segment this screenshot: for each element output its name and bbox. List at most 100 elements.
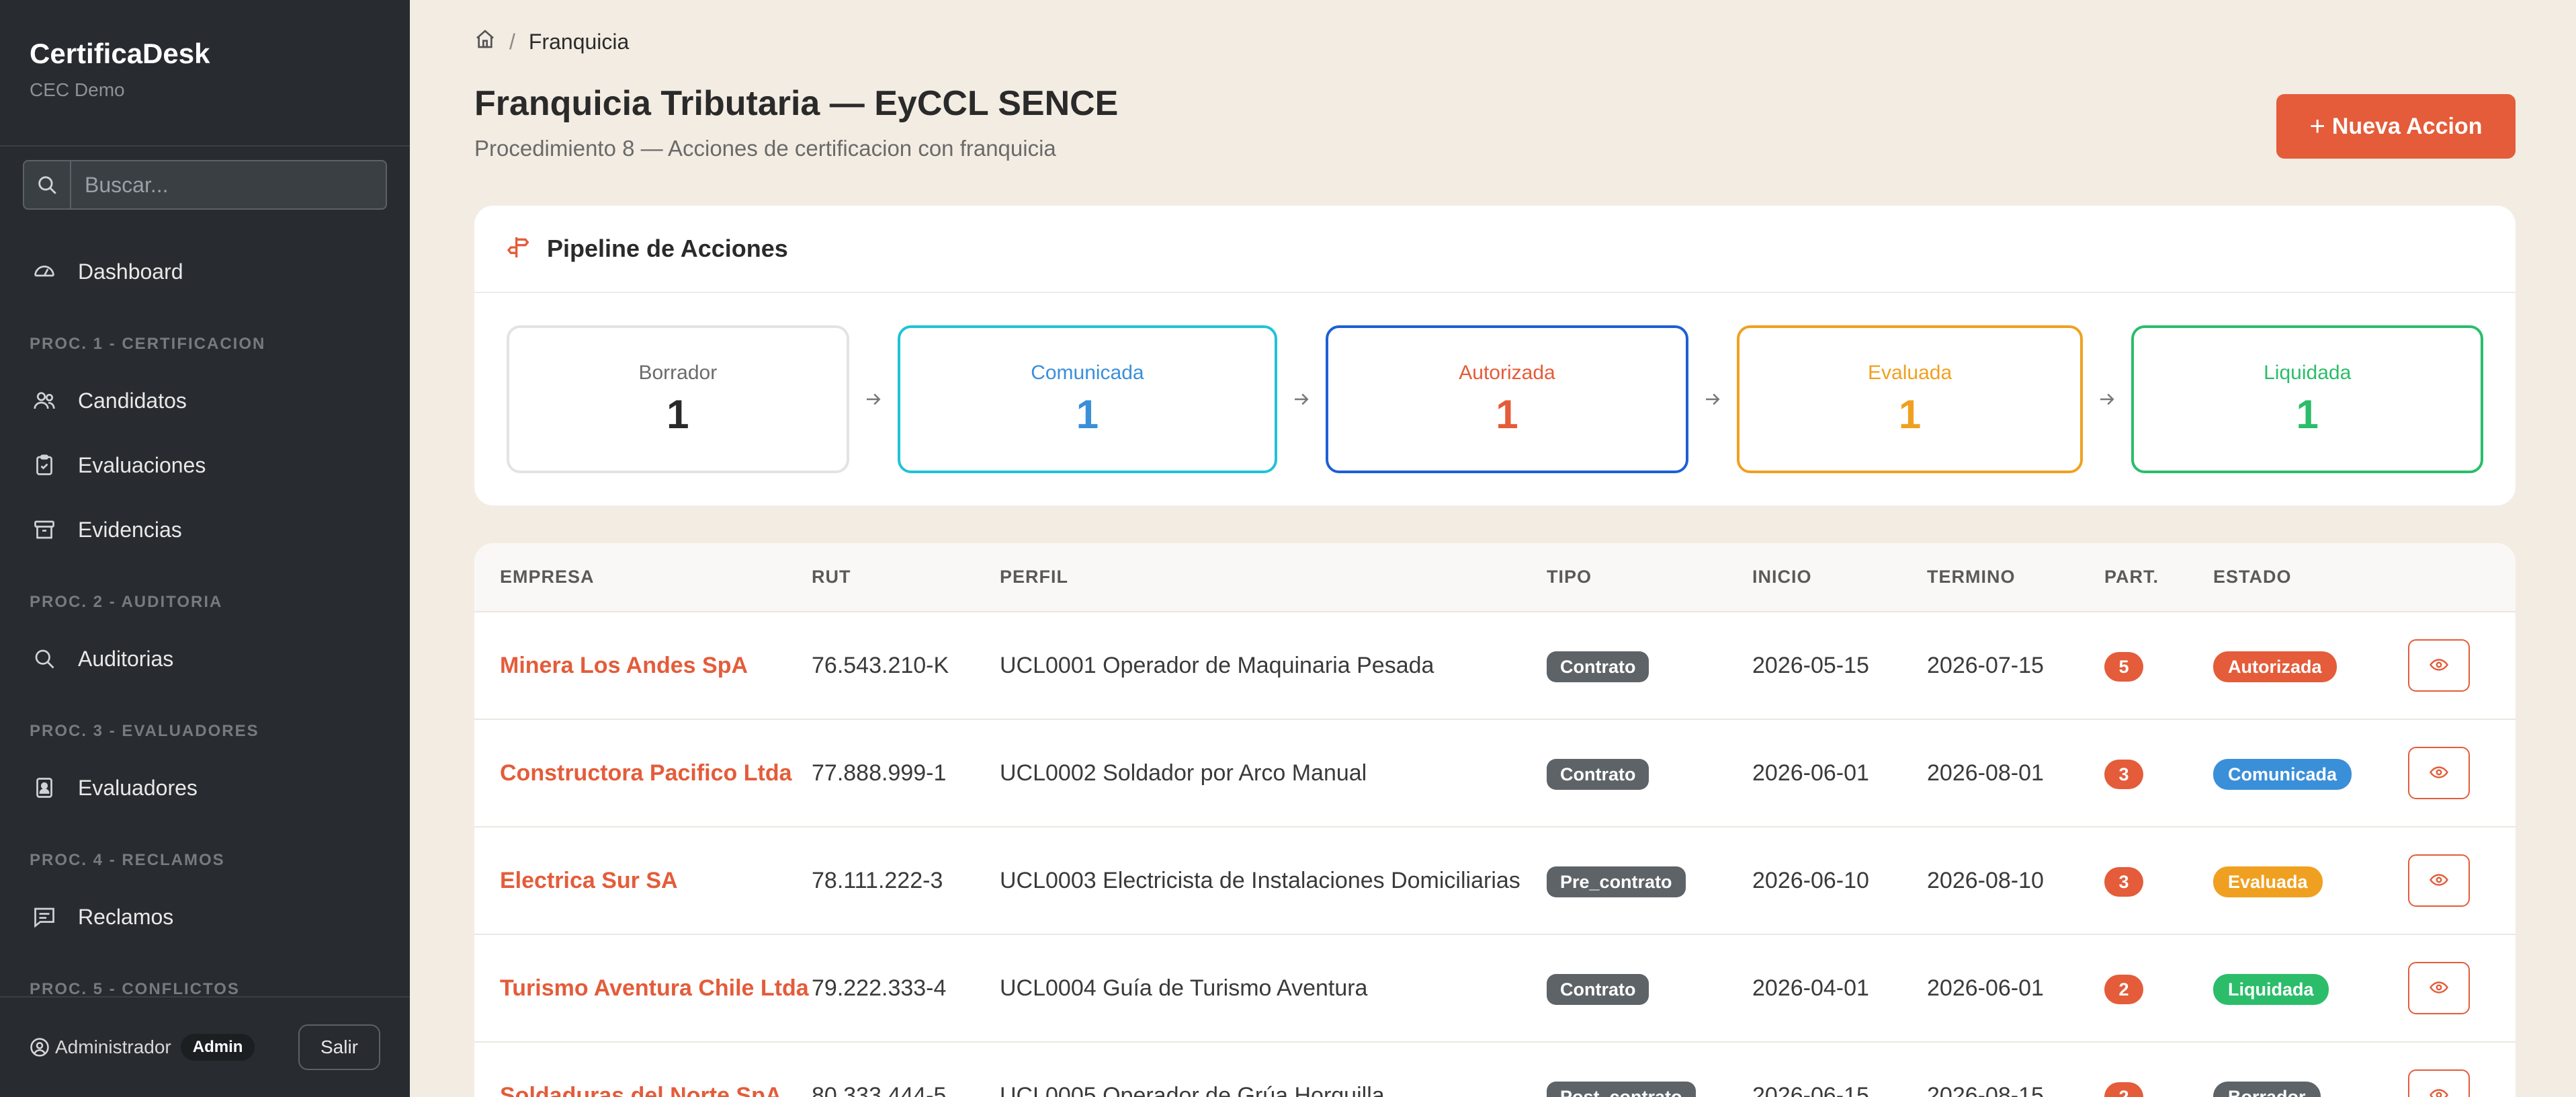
status-badge: Evaluada [2213, 866, 2323, 897]
status-badge: Comunicada [2213, 759, 2352, 790]
column-header-actions [2408, 543, 2516, 612]
stage-count: 1 [2296, 391, 2319, 437]
page-subtitle: Procedimiento 8 — Acciones de certificac… [474, 136, 1056, 161]
stage-label: Evaluada [1868, 361, 1952, 384]
table-row[interactable]: Electrica Sur SA 78.111.222-3 UCL0003 Elec… [474, 827, 2516, 935]
main-content: / Franquicia Franquicia Tributaria — EyC… [410, 0, 2576, 1097]
rut-cell: 79.222.333-4 [812, 975, 947, 1001]
stage-borrador[interactable]: Borrador 1 [507, 325, 849, 473]
sidebar-item-reclamos[interactable]: Reclamos [0, 885, 410, 949]
view-button[interactable] [2408, 639, 2470, 692]
user-name: Administrador [55, 1037, 171, 1057]
view-button[interactable] [2408, 854, 2470, 907]
sidebar-item-auditorias[interactable]: Auditorias [0, 626, 410, 691]
logout-button[interactable]: Salir [298, 1024, 380, 1070]
acciones-table: EMPRESA RUT PERFIL TIPO INICIO TERMINO P… [474, 543, 2516, 1097]
stage-count: 1 [667, 391, 689, 437]
view-button[interactable] [2408, 1069, 2470, 1097]
user-circle-icon [30, 1037, 50, 1057]
perfil-cell: UCL0002 Soldador por Arco Manual [1000, 760, 1367, 786]
eye-icon [2429, 1085, 2449, 1097]
home-icon[interactable] [474, 28, 496, 55]
empresa-link[interactable]: Turismo Aventura Chile Ltda [500, 975, 809, 1001]
termino-cell: 2026-07-15 [1927, 653, 2044, 678]
column-header[interactable]: PERFIL [1000, 543, 1547, 612]
tipo-badge: Contrato [1547, 759, 1649, 790]
sidebar-item-label: Evaluadores [78, 775, 198, 800]
breadcrumb-separator: / [509, 29, 515, 54]
participants-badge: 3 [2104, 760, 2143, 789]
termino-cell: 2026-08-10 [1927, 868, 2044, 893]
empresa-link[interactable]: Minera Los Andes SpA [500, 653, 748, 678]
stage-comunicada[interactable]: Comunicada 1 [897, 325, 1278, 473]
inicio-cell: 2026-06-10 [1752, 868, 1869, 893]
search-input[interactable] [71, 161, 386, 208]
sidebar-item-evidencias[interactable]: Evidencias [0, 497, 410, 562]
pipeline-header: Pipeline de Acciones [474, 206, 2516, 293]
sidebar-footer: Administrador Admin Salir [0, 996, 410, 1097]
plus-icon: + [2309, 111, 2325, 141]
inicio-cell: 2026-05-15 [1752, 653, 1869, 678]
sidebar-item-candidatos[interactable]: Candidatos [0, 368, 410, 433]
stage-count: 1 [1496, 391, 1518, 437]
column-header[interactable]: PART. [2104, 543, 2213, 612]
sidebar-item-evaluaciones[interactable]: Evaluaciones [0, 433, 410, 497]
app-subtitle: CEC Demo [30, 79, 125, 100]
inicio-cell: 2026-04-01 [1752, 975, 1869, 1001]
new-action-button[interactable]: + Nueva Accion [2276, 94, 2516, 159]
acciones-table-card: EMPRESA RUT PERFIL TIPO INICIO TERMINO P… [474, 543, 2516, 1097]
column-header[interactable]: INICIO [1752, 543, 1927, 612]
rut-cell: 76.543.210-K [812, 653, 949, 678]
empresa-link[interactable]: Electrica Sur SA [500, 868, 678, 893]
breadcrumb: / Franquicia [474, 28, 629, 55]
empresa-link[interactable]: Soldaduras del Norte SpA [500, 1083, 781, 1097]
search-box[interactable] [23, 160, 387, 210]
gauge-icon [32, 258, 59, 285]
table-row[interactable]: Constructora Pacifico Ltda 77.888.999-1 UC… [474, 719, 2516, 827]
eye-icon [2429, 870, 2449, 892]
table-row[interactable]: Turismo Aventura Chile Ltda 79.222.333-4 U… [474, 934, 2516, 1043]
stage-label: Liquidada [2264, 361, 2352, 384]
empresa-link[interactable]: Constructora Pacifico Ltda [500, 760, 792, 786]
column-header[interactable]: RUT [812, 543, 1000, 612]
sidebar-nav: Dashboard PROC. 1 - CERTIFICACION Candid… [0, 239, 410, 1014]
participants-badge: 2 [2104, 975, 2143, 1004]
pipeline-stages: Borrador 1 Comunicada 1 Autorizada 1 Eva… [507, 325, 2484, 473]
clipboard-check-icon [32, 452, 59, 479]
view-button[interactable] [2408, 747, 2470, 799]
sidebar-item-label: Auditorias [78, 646, 174, 671]
table-row[interactable]: Minera Los Andes SpA 76.543.210-K UCL0001 … [474, 612, 2516, 720]
stage-autorizada[interactable]: Autorizada 1 [1326, 325, 1688, 473]
brand: CertificaDesk CEC Demo [0, 0, 410, 147]
participants-badge: 5 [2104, 652, 2143, 682]
nav-section-title: PROC. 1 - CERTIFICACION [30, 335, 266, 353]
nav-section-title: PROC. 4 - RECLAMOS [30, 851, 225, 869]
column-header[interactable]: TIPO [1547, 543, 1752, 612]
tipo-badge: Contrato [1547, 651, 1649, 682]
users-icon [32, 387, 59, 414]
nav-section-title: PROC. 3 - EVALUADORES [30, 722, 259, 740]
view-button[interactable] [2408, 962, 2470, 1014]
column-header[interactable]: EMPRESA [474, 543, 812, 612]
id-badge-icon [32, 774, 59, 801]
stage-count: 1 [1898, 391, 1922, 437]
sidebar: CertificaDesk CEC Demo Dashboard PROC. 1… [0, 0, 410, 1097]
arrow-right-icon [1688, 389, 1737, 409]
column-header[interactable]: ESTADO [2213, 543, 2408, 612]
sidebar-item-evaluadores[interactable]: Evaluadores [0, 756, 410, 820]
search-icon [32, 645, 59, 672]
termino-cell: 2026-08-01 [1927, 760, 2044, 786]
stage-label: Autorizada [1459, 361, 1555, 384]
stage-count: 1 [1076, 391, 1099, 437]
rut-cell: 80.333.444-5 [812, 1083, 947, 1097]
column-header[interactable]: TERMINO [1927, 543, 2104, 612]
stage-label: Comunicada [1031, 361, 1144, 384]
stage-evaluada[interactable]: Evaluada 1 [1736, 325, 2084, 473]
stage-liquidada[interactable]: Liquidada 1 [2131, 325, 2484, 473]
sidebar-item-dashboard[interactable]: Dashboard [0, 239, 410, 304]
message-icon [32, 903, 59, 930]
perfil-cell: UCL0001 Operador de Maquinaria Pesada [1000, 653, 1434, 678]
stage-label: Borrador [638, 361, 718, 384]
table-row[interactable]: Soldaduras del Norte SpA 80.333.444-5 UCL0… [474, 1042, 2516, 1097]
pipeline-title: Pipeline de Acciones [547, 235, 788, 262]
